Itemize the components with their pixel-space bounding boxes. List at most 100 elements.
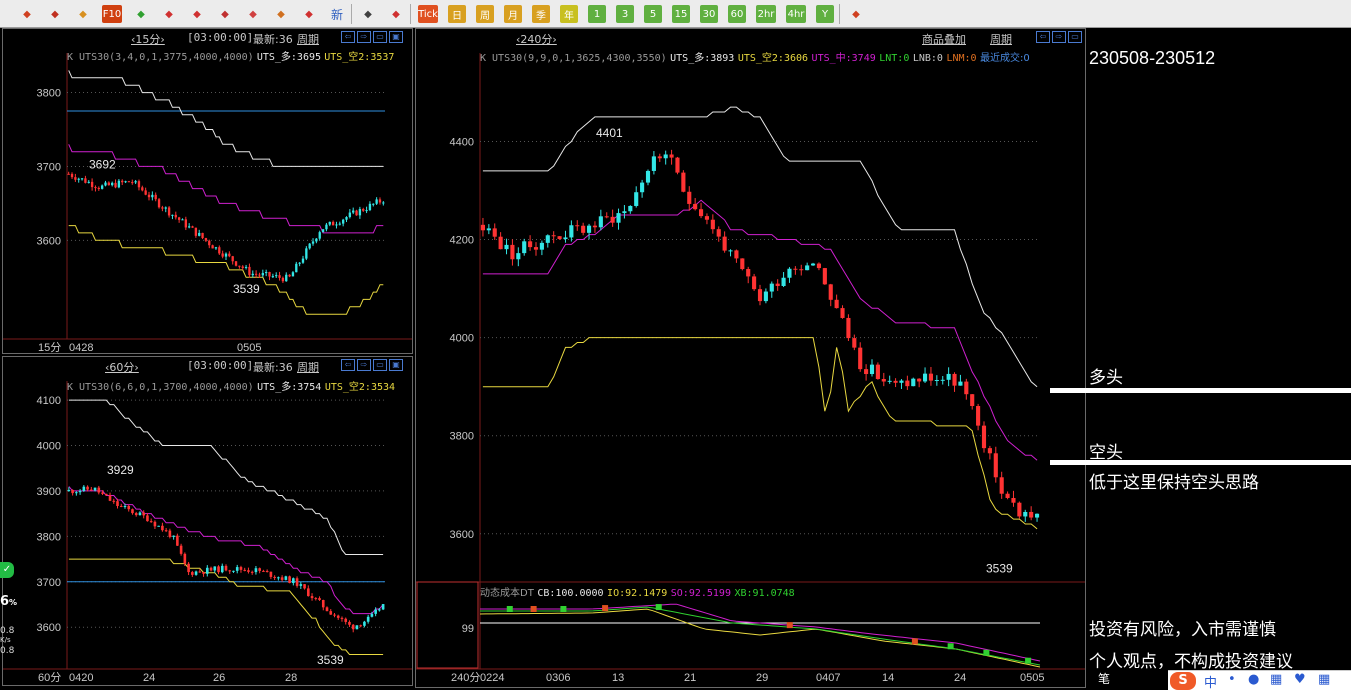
period-4hr-icon[interactable]: 4hr [786,5,806,23]
candlestick-chart-240min[interactable]: 4400 4200 4000 3800 3600 4401 3539 240分 0224 0306… [416,29,1086,688]
candle-body [100,185,104,189]
candle-body [67,173,70,175]
ime-toolbar[interactable]: S 中 • ● ▦ ♥ ▦ [1168,670,1351,690]
candle-body [315,238,318,242]
filter-icon[interactable]: ◆ [300,5,318,23]
candle-body [905,380,910,387]
candle-body [299,584,303,586]
candle-body [254,273,258,275]
speed-widget[interactable]: ✓ 6% 0.8 K/s 0.8 [0,562,17,658]
month-icon[interactable]: 月 [504,5,522,23]
candle-body [757,289,763,302]
candle-body [622,211,627,214]
candle-body [77,178,80,180]
punctuation-icon[interactable]: • [1228,672,1236,687]
long-band-line [68,70,384,167]
pencil-icon[interactable]: ◆ [244,5,262,23]
candle-body [628,205,633,212]
candle-body [220,565,224,573]
candle-body [492,228,497,237]
candle-body [928,373,934,381]
candle-body [378,199,382,203]
toolbox-icon[interactable]: ▦ [1318,672,1330,687]
zoom-out-icon[interactable]: ◆ [188,5,206,23]
microphone-icon[interactable]: ● [1248,672,1259,687]
candle-body [528,241,533,248]
back-icon[interactable]: ◆ [18,5,36,23]
season-icon[interactable]: 季 [532,5,550,23]
candle-body [265,570,269,572]
candle-body [704,216,710,220]
notes-sidebar: 230508-230512 多头 空头 低于这里保持空头思路 投资有风险，入市需… [1050,28,1351,690]
candlestick-chart-60min[interactable]: 4100 4000 3900 3800 3700 3600 3929 3539 60分 0420 2… [3,357,413,686]
candle-body [325,607,329,612]
y-tick-label: 4000 [450,333,474,345]
candle-body [1034,513,1040,518]
candle-body [241,266,244,268]
period-2hr-icon[interactable]: 2hr [756,5,776,23]
period-y-icon[interactable]: Y [816,5,834,23]
period-5-icon[interactable]: 5 [644,5,662,23]
candle-body [131,182,134,184]
chart-panel-60min[interactable]: ‹60分› [03:00:00] 最新:36 周期 ⇦ ⇨ ▭ ▣ K UTS3… [2,356,413,686]
candle-body [301,258,305,263]
candle-body [179,545,183,554]
candle-body [645,170,651,183]
signal-marker [655,604,662,611]
candle-body [917,378,922,382]
period-15-icon[interactable]: 15 [672,5,690,23]
candle-body [288,576,291,584]
period-1-icon[interactable]: 1 [588,5,606,23]
trend-icon[interactable]: ◆ [387,5,405,23]
chart-panel-15min[interactable]: ‹15分› [03:00:00] 最新:36 周期 ⇦ ⇨ ▭ ▣ K UTS3… [2,28,413,354]
period-3-icon[interactable]: 3 [616,5,634,23]
chart-panel-240min[interactable]: ‹240分› 商品叠加 周期 ⇦ ⇨ ▭ K UTS30(9,9,0,1,362… [415,28,1086,688]
candle-body [181,219,184,221]
period-30-icon[interactable]: 30 [700,5,718,23]
candle-body [341,219,345,224]
refresh-icon[interactable]: ◆ [132,5,150,23]
candle-body [522,241,527,254]
zoom-in-icon[interactable]: ◆ [160,5,178,23]
candle-body [161,207,164,209]
candle-body [722,236,727,251]
skin-icon[interactable]: ♥ [1294,672,1306,687]
candle-body [213,566,217,571]
candle-body [168,530,172,537]
week-icon[interactable]: 周 [476,5,494,23]
candle-body [174,214,177,218]
calc-icon[interactable]: ◆ [847,5,865,23]
ime-mode-label[interactable]: 中 [1204,672,1217,690]
candlestick-chart-15min[interactable]: 3800 3700 3600 3692 3539 15分 0428 0505 [3,29,413,354]
candle-body [97,187,100,189]
candle-body [869,364,875,375]
date-label: 29 [756,672,768,684]
candle-body [167,207,171,216]
candle-body [810,263,816,266]
database-icon[interactable]: ◆ [74,5,92,23]
window-icon[interactable]: ◆ [216,5,234,23]
year-icon[interactable]: 年 [560,5,578,23]
tick-icon[interactable]: Tick [418,5,438,23]
keyboard-icon[interactable]: ▦ [1270,672,1282,687]
disclaimer: 个人观点，不构成投资建议 [1089,652,1293,672]
f10-icon[interactable]: F10 [102,5,122,23]
check-icon: ✓ [0,562,14,578]
candle-body [121,180,124,183]
candle-body [592,225,598,228]
candle-body [970,394,975,407]
tools-icon[interactable]: ◆ [272,5,290,23]
candle-body [201,232,204,239]
candle-body [153,521,157,527]
high-price-label: 4401 [596,126,623,140]
period-60-icon[interactable]: 60 [728,5,746,23]
candle-body [964,381,969,395]
day-icon[interactable]: 日 [448,5,466,23]
new-icon[interactable]: 新 [328,5,346,23]
short-note: 低于这里保持空头思路 [1089,473,1259,493]
home-icon[interactable]: ◆ [46,5,64,23]
table-icon[interactable]: ◆ [359,5,377,23]
candle-body [243,569,247,571]
candle-body [71,489,74,494]
candle-body [104,493,108,496]
